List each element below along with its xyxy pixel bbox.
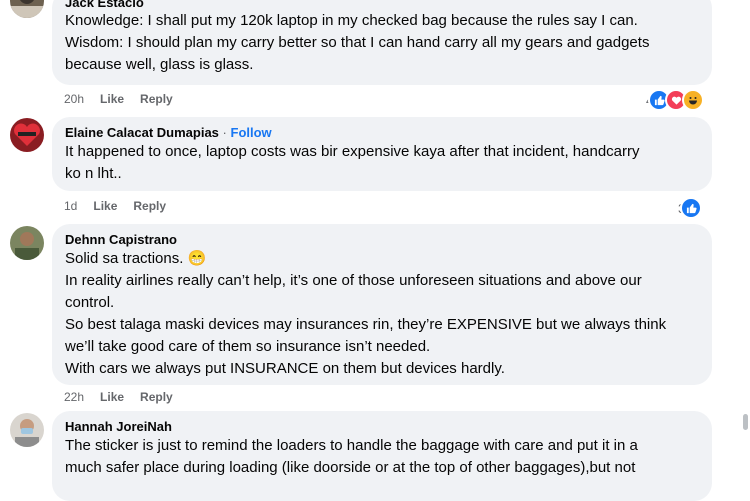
comment-text-line: In reality airlines really can’t help, i… (65, 272, 642, 289)
avatar[interactable] (10, 0, 44, 18)
comment-bubble: Elaine Calacat Dumapias · Follow It happ… (52, 117, 712, 191)
scrollbar-thumb[interactable] (743, 414, 748, 430)
reply-button[interactable]: Reply (133, 198, 166, 214)
comment-time[interactable]: 20h (64, 91, 84, 107)
commenter-name[interactable]: Dehnn Capistrano (65, 231, 700, 248)
commenter-name[interactable]: Jack Estacio (65, 0, 700, 10)
reaction-summary[interactable]: 3 (674, 196, 705, 220)
comment-time[interactable]: 1d (64, 198, 77, 214)
comment-text-line: With cars we always put INSURANCE on the… (65, 360, 505, 377)
comment-actions: 1d Like Reply (64, 198, 182, 214)
comment-text-line: because well, glass is glass. (65, 56, 254, 73)
reply-button[interactable]: Reply (140, 91, 173, 107)
comment-text-line: The sticker is just to remind the loader… (65, 437, 638, 454)
follow-button[interactable]: Follow (231, 125, 272, 140)
commenter-header: Elaine Calacat Dumapias · Follow (65, 124, 700, 141)
comment-text-line: much safer place during loading (like do… (65, 459, 636, 476)
haha-icon (682, 89, 705, 111)
avatar[interactable] (10, 226, 44, 260)
comment-text-line: we’ll take good care of them so insuranc… (65, 338, 431, 355)
comment-bubble: Jack Estacio Knowledge: I shall put my 1… (52, 0, 712, 85)
like-button[interactable]: Like (100, 389, 124, 405)
comment-actions: 22h Like Reply (64, 389, 189, 405)
avatar[interactable] (10, 413, 44, 447)
comment-time[interactable]: 22h (64, 389, 84, 405)
comment-text-line: So best talaga maski devices may insuran… (65, 316, 667, 333)
comment-bubble: Dehnn Capistrano Solid sa tractions. 😁 I… (52, 224, 712, 385)
comment-actions: 20h Like Reply (64, 91, 189, 107)
avatar[interactable] (10, 118, 44, 152)
like-icon (680, 197, 703, 219)
like-button[interactable]: Like (100, 91, 124, 107)
like-button[interactable]: Like (93, 198, 117, 214)
comment-text-line: Knowledge: I shall put my 120k laptop in… (65, 12, 638, 29)
comment-text-line: Solid sa tractions. 😁 (65, 250, 207, 267)
comment-text-line: Wisdom: I should plan my carry better so… (65, 34, 650, 51)
comment-text-line: control. (65, 294, 115, 311)
separator-dot: · (222, 125, 227, 140)
comment-text-line: ko n lht.. (65, 165, 122, 182)
reaction-summary[interactable]: 4 (642, 88, 707, 112)
commenter-name[interactable]: Elaine Calacat Dumapias (65, 125, 219, 140)
comment-bubble: Hannah JoreiNah The sticker is just to r… (52, 411, 712, 501)
commenter-name[interactable]: Hannah JoreiNah (65, 418, 700, 435)
reply-button[interactable]: Reply (140, 389, 173, 405)
comment-text-line: It happened to once, laptop costs was bi… (65, 143, 640, 160)
